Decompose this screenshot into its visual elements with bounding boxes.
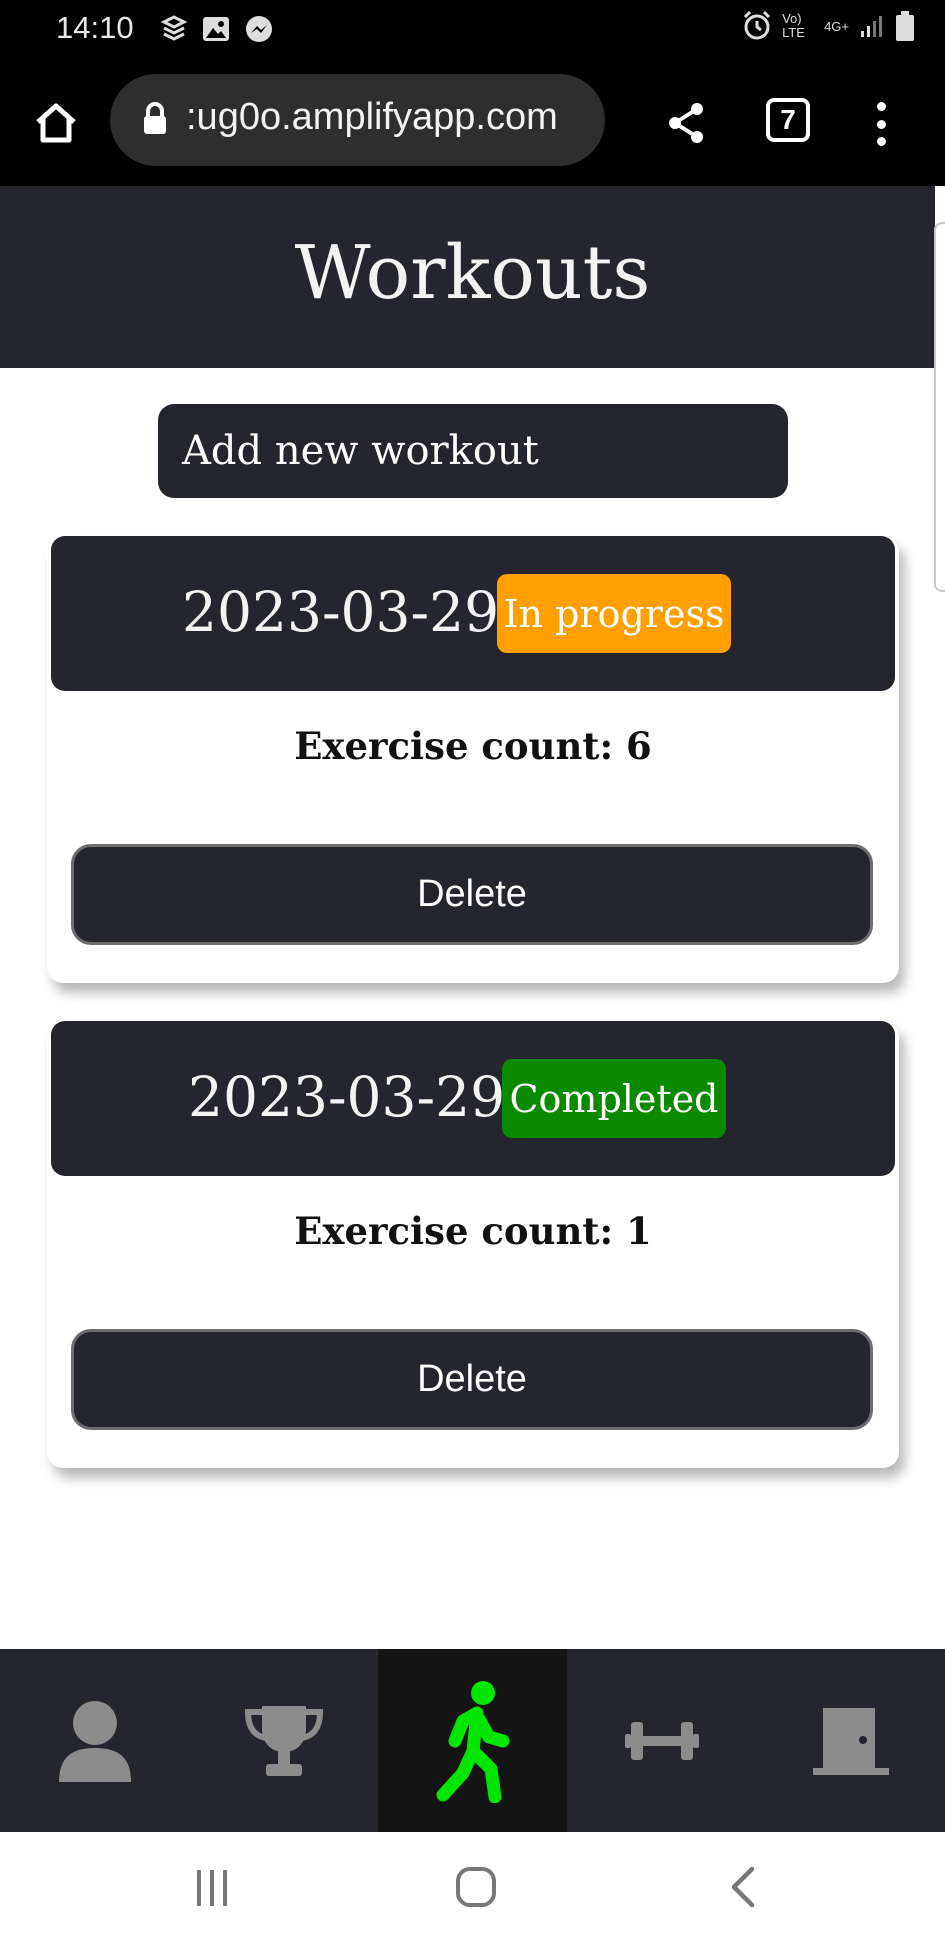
- door-icon: [812, 1707, 889, 1775]
- back-icon[interactable]: [728, 1865, 756, 1909]
- app-header: Workouts: [0, 186, 935, 368]
- share-button[interactable]: [660, 95, 712, 151]
- browser-toolbar: :ug0o.amplifyapp.com 7: [0, 62, 945, 186]
- add-workout-button[interactable]: Add new workout: [158, 404, 788, 498]
- signal-icon: [861, 16, 882, 37]
- status-badge: Completed: [502, 1059, 726, 1138]
- tab-switcher-button[interactable]: 7: [766, 98, 810, 142]
- share-icon: [669, 103, 703, 143]
- user-icon: [58, 1700, 131, 1782]
- trophy-icon: [244, 1705, 323, 1776]
- exercise-count: Exercise count: 6: [294, 724, 652, 768]
- system-navigation-bar: [0, 1832, 945, 1943]
- status-time: 14:10: [56, 10, 134, 45]
- walking-person-icon: [436, 1680, 509, 1803]
- notification-app-icon: [158, 14, 190, 50]
- delete-workout-button[interactable]: Delete: [71, 844, 873, 945]
- bottom-navigation: [0, 1649, 945, 1832]
- exercise-count: Exercise count: 1: [294, 1209, 652, 1253]
- home-icon: [36, 103, 76, 143]
- messenger-icon: [243, 14, 275, 50]
- nav-workouts[interactable]: [378, 1649, 567, 1832]
- page-title: Workouts: [294, 230, 651, 316]
- status-indicators: Vo) LTE 4G+: [742, 10, 915, 42]
- home-button[interactable]: [28, 95, 84, 151]
- recent-apps-icon[interactable]: [194, 1868, 230, 1908]
- lock-icon: [142, 102, 168, 140]
- workout-card: 2023-03-29 Completed Exercise count: 1 D…: [47, 1021, 899, 1468]
- nav-logout[interactable]: [756, 1649, 945, 1832]
- workout-date: 2023-03-29: [188, 1065, 506, 1129]
- url-bar[interactable]: :ug0o.amplifyapp.com: [110, 74, 605, 166]
- nav-achievements[interactable]: [189, 1649, 378, 1832]
- dumbbell-icon: [624, 1721, 699, 1760]
- image-icon: [201, 14, 231, 48]
- scroll-indicator[interactable]: [934, 222, 945, 592]
- menu-dot: [876, 137, 886, 146]
- workout-card-header: 2023-03-29 Completed: [51, 1021, 895, 1176]
- battery-icon: [896, 11, 914, 41]
- status-bar: 14:10 Vo) LTE 4G+: [0, 0, 945, 62]
- workout-card-header: 2023-03-29 In progress: [51, 536, 895, 691]
- workout-card: 2023-03-29 In progress Exercise count: 6…: [47, 536, 899, 983]
- alarm-icon: [744, 10, 771, 40]
- status-badge: In progress: [497, 574, 731, 653]
- delete-workout-button[interactable]: Delete: [71, 1329, 873, 1430]
- network-type-label: 4G+: [824, 18, 849, 34]
- home-nav-icon[interactable]: [454, 1865, 498, 1909]
- nav-exercises[interactable]: [567, 1649, 756, 1832]
- more-options-button[interactable]: [866, 98, 896, 150]
- volte-label: Vo) LTE: [782, 11, 805, 40]
- url-text: :ug0o.amplifyapp.com: [186, 96, 558, 138]
- menu-dot: [876, 102, 886, 111]
- workout-date: 2023-03-29: [182, 580, 500, 644]
- nav-profile[interactable]: [0, 1649, 189, 1832]
- menu-dot: [876, 119, 886, 129]
